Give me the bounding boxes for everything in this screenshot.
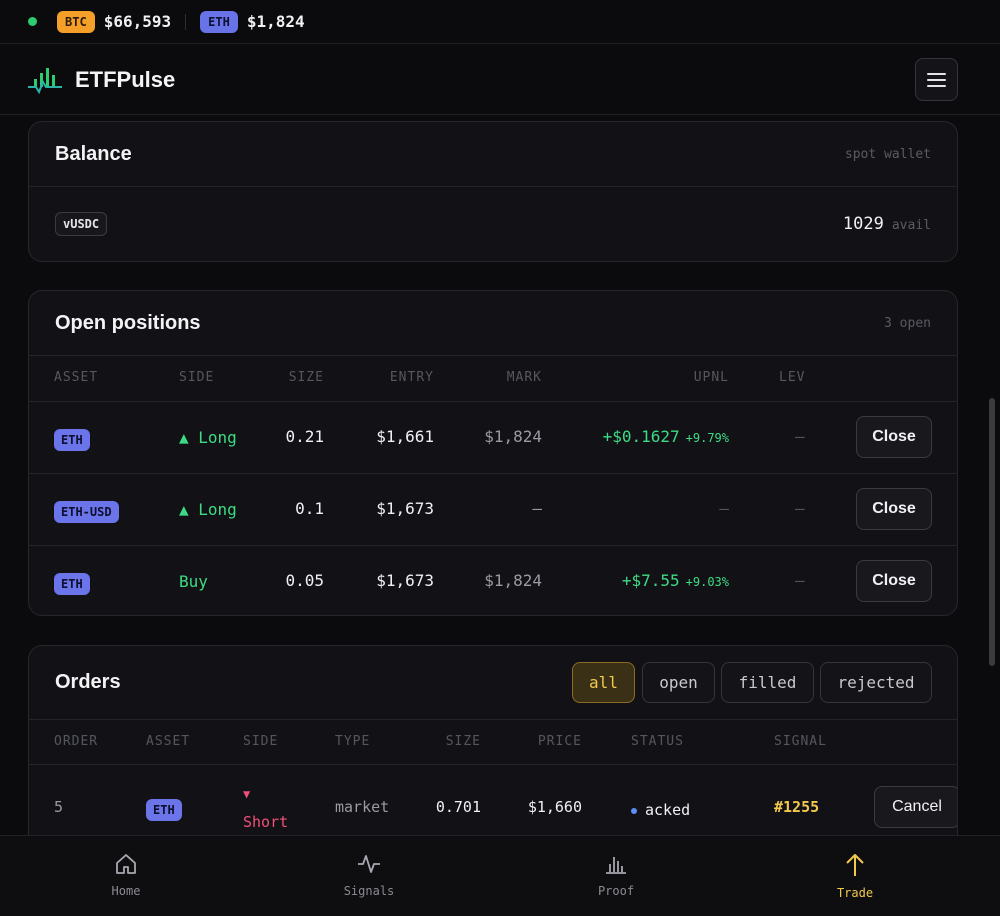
arrow-up-icon [846, 854, 864, 876]
balance-amount: 1029 [842, 214, 884, 234]
position-mark: $1,824 [484, 571, 542, 590]
status-dot [631, 807, 637, 814]
col-lev: LEV [779, 370, 806, 385]
nav-trade[interactable]: Trade [795, 836, 915, 916]
position-size: 0.1 [295, 499, 324, 518]
col-status: STATUS [631, 734, 684, 749]
price-ticker: BTC $66,593 ETH $1,824 [0, 0, 1000, 44]
asset-pill: ETH [54, 573, 90, 595]
balance-unit: avail [891, 218, 931, 233]
position-entry: $1,673 [376, 499, 434, 518]
col-asset: ASSET [54, 370, 99, 385]
live-status-dot [28, 17, 37, 26]
position-size: 0.05 [285, 571, 324, 590]
col-side: SIDE [179, 370, 215, 385]
asset-pill: ETH-USD [54, 501, 119, 523]
col-type: TYPE [335, 734, 371, 749]
position-mark: — [532, 499, 542, 518]
positions-title: Open positions [55, 311, 201, 334]
positions-header-row: ASSET SIDE SIZE ENTRY MARK UPNL LEV [29, 357, 957, 401]
col-price: PRICE [537, 734, 582, 749]
close-position-button[interactable]: Close [856, 560, 932, 602]
nav-proof[interactable]: Proof [556, 836, 676, 916]
asset-pill: ETH [54, 429, 90, 451]
ticker-divider [185, 13, 187, 30]
filter-filled[interactable]: filled [721, 662, 814, 703]
position-lev: — [795, 571, 805, 590]
col-entry: ENTRY [389, 370, 434, 385]
nav-home-label: Home [111, 884, 141, 898]
brand-name[interactable]: ETFPulse [75, 67, 175, 93]
col-size: SIZE [445, 734, 481, 749]
nav-trade-label: Trade [836, 886, 874, 900]
order-signal-link[interactable]: #1255 [774, 798, 819, 816]
order-status: acked [631, 801, 690, 819]
orders-header-row: ORDER ASSET SIDE TYPE SIZE PRICE STATUS … [29, 720, 957, 764]
position-upnl: +$7.55 +9.03% [549, 571, 729, 590]
ticker-price-eth: $1,824 [246, 12, 305, 31]
upnl-value: +$0.1627 [602, 427, 680, 446]
col-size: SIZE [288, 370, 324, 385]
hamburger-menu-button[interactable] [915, 58, 958, 101]
bar-chart-icon [606, 857, 626, 874]
col-signal: SIGNAL [774, 734, 827, 749]
order-id: 5 [54, 798, 64, 816]
order-price: $1,660 [527, 798, 582, 816]
bottom-nav: Home Signals Proof Trade [0, 835, 1000, 916]
upnl-percent: +9.79% [685, 431, 729, 445]
position-upnl: — [719, 499, 729, 518]
balance-title: Balance [55, 142, 132, 165]
home-icon [116, 854, 136, 874]
col-order: ORDER [54, 734, 99, 749]
asset-pill: ETH [146, 799, 182, 821]
page-scrollbar[interactable] [989, 398, 995, 666]
orders-title: Orders [55, 671, 121, 693]
positions-count: 3 open [884, 315, 931, 331]
pulse-icon [358, 855, 380, 873]
filter-all[interactable]: all [572, 662, 635, 703]
col-upnl: UPNL [693, 370, 729, 385]
balance-meta: spot wallet [844, 146, 931, 162]
upnl-percent: +9.03% [685, 575, 729, 589]
position-row: ETH-USD ▲ Long 0.1 $1,673 — — — Close [29, 473, 957, 545]
col-asset: ASSET [146, 734, 191, 749]
col-side: SIDE [243, 734, 279, 749]
menu-icon-bar [927, 72, 946, 75]
cancel-order-button[interactable]: Cancel [874, 786, 957, 828]
position-size: 0.21 [285, 427, 324, 446]
nav-signals[interactable]: Signals [309, 836, 429, 916]
balance-card: Balance spot wallet vUSDC 1029 avail [28, 121, 958, 262]
position-side: Buy [179, 572, 208, 591]
order-status-label: acked [645, 801, 691, 819]
position-entry: $1,673 [376, 571, 434, 590]
positions-card: Open positions 3 open ASSET SIDE SIZE EN… [28, 290, 958, 616]
app-header: ETFPulse [0, 45, 1000, 115]
order-size: 0.701 [435, 798, 481, 816]
filter-open[interactable]: open [642, 662, 715, 703]
ticker-symbol-eth: ETH [200, 10, 238, 33]
close-position-button[interactable]: Close [856, 488, 932, 530]
short-arrow-icon: ▼ [243, 787, 251, 801]
ticker-price-btc: $66,593 [103, 12, 172, 31]
token-chip: vUSDC [55, 212, 108, 236]
position-upnl: +$0.1627 +9.79% [549, 427, 729, 446]
position-row: ETH Buy 0.05 $1,673 $1,824 +$7.55 +9.03% … [29, 545, 957, 615]
col-mark: MARK [506, 370, 542, 385]
position-lev: — [795, 499, 805, 518]
position-row: ETH ▲ Long 0.21 $1,661 $1,824 +$0.1627 +9… [29, 401, 957, 473]
nav-proof-label: Proof [597, 884, 635, 898]
menu-icon-bar [927, 78, 946, 81]
upnl-value: +$7.55 [621, 571, 680, 590]
position-mark: $1,824 [484, 427, 542, 446]
order-side: Short [243, 813, 289, 831]
nav-signals-label: Signals [343, 884, 395, 898]
filter-rejected[interactable]: rejected [820, 662, 932, 703]
position-entry: $1,661 [376, 427, 434, 446]
position-lev: — [795, 427, 805, 446]
ticker-symbol-btc: BTC [57, 10, 95, 33]
close-position-button[interactable]: Close [856, 416, 932, 458]
menu-icon-bar [927, 84, 946, 87]
pulse-logo-icon[interactable] [28, 65, 62, 95]
nav-home[interactable]: Home [66, 836, 186, 916]
